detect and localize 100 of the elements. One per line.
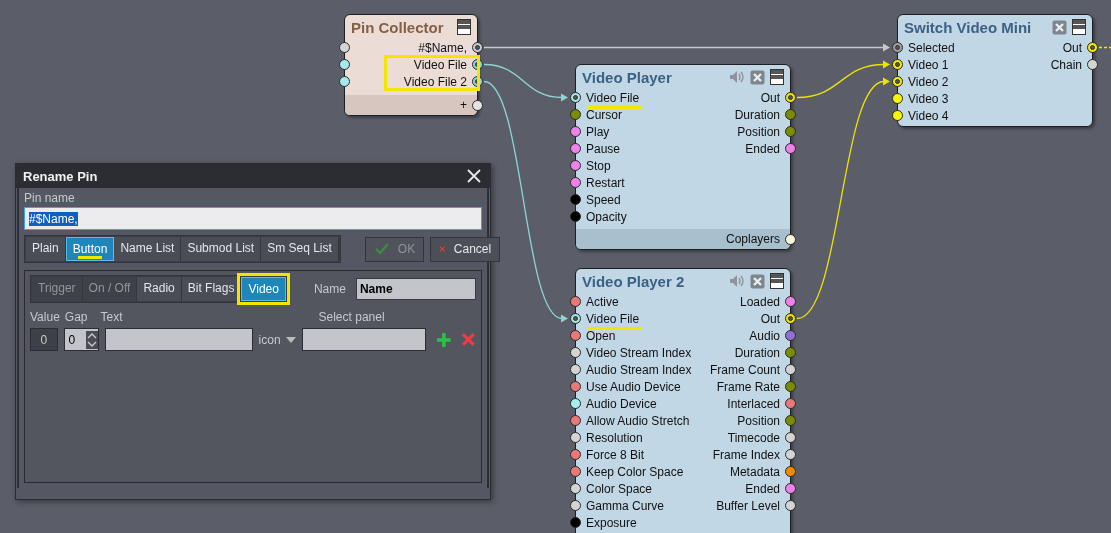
pin[interactable] bbox=[570, 313, 581, 324]
pin[interactable] bbox=[570, 296, 581, 307]
pin[interactable] bbox=[339, 42, 350, 53]
pin[interactable] bbox=[570, 143, 581, 154]
pin[interactable] bbox=[892, 42, 903, 53]
pin[interactable] bbox=[892, 76, 903, 87]
pin[interactable] bbox=[785, 92, 796, 103]
pin-label: Out bbox=[760, 311, 780, 326]
field-label: Text bbox=[100, 310, 123, 324]
pin-label: Force 8 Bit bbox=[586, 447, 645, 462]
pin[interactable] bbox=[570, 483, 581, 494]
field-label: Gap bbox=[64, 310, 88, 324]
pin[interactable] bbox=[570, 381, 581, 392]
pin[interactable] bbox=[339, 59, 350, 70]
type-tab[interactable]: Plain bbox=[26, 237, 66, 261]
name-field[interactable]: Name bbox=[355, 278, 476, 300]
pin-label: Open bbox=[586, 328, 616, 343]
icon-dropdown[interactable]: icon bbox=[258, 332, 296, 347]
pin-name-field[interactable]: #$Name, bbox=[24, 207, 482, 230]
menu-icon[interactable] bbox=[770, 273, 784, 289]
pin-label: Pause bbox=[586, 141, 621, 156]
pin[interactable] bbox=[570, 347, 581, 358]
menu-icon[interactable] bbox=[457, 19, 471, 35]
pin[interactable] bbox=[570, 194, 581, 205]
pin-label: Out bbox=[760, 90, 780, 105]
pin[interactable] bbox=[570, 109, 581, 120]
field-label: Value bbox=[30, 310, 60, 324]
pin[interactable] bbox=[892, 59, 903, 70]
pin[interactable] bbox=[472, 42, 483, 53]
pin[interactable] bbox=[785, 466, 796, 477]
pin[interactable] bbox=[570, 211, 581, 222]
pin[interactable] bbox=[785, 364, 796, 375]
value-field[interactable]: 0 bbox=[30, 328, 58, 351]
pin[interactable] bbox=[570, 432, 581, 443]
menu-icon[interactable] bbox=[1072, 19, 1086, 35]
pin[interactable] bbox=[785, 143, 796, 154]
pin[interactable] bbox=[570, 449, 581, 460]
node-background[interactable] bbox=[575, 268, 791, 533]
node-title: Switch Video Mini bbox=[904, 18, 1032, 36]
pin-label: Ended bbox=[745, 481, 780, 496]
node-background[interactable] bbox=[897, 14, 1093, 127]
pin[interactable] bbox=[570, 160, 581, 171]
pin[interactable] bbox=[1087, 42, 1098, 53]
pin-label: Cursor bbox=[586, 107, 622, 122]
add-icon[interactable] bbox=[435, 331, 452, 348]
type-tab[interactable]: Button bbox=[65, 237, 115, 261]
type-tab[interactable]: Sm Seq List bbox=[261, 237, 339, 261]
pin-label: Audio bbox=[749, 328, 780, 343]
text-field[interactable] bbox=[105, 328, 253, 351]
type-tab[interactable]: Submod List bbox=[181, 237, 262, 261]
pin[interactable] bbox=[570, 177, 581, 188]
pin[interactable] bbox=[570, 126, 581, 137]
menu-icon[interactable] bbox=[770, 69, 784, 85]
pin[interactable] bbox=[570, 330, 581, 341]
pin[interactable] bbox=[785, 109, 796, 120]
pin[interactable] bbox=[785, 233, 796, 245]
pin[interactable] bbox=[570, 92, 581, 103]
pin[interactable] bbox=[570, 415, 581, 426]
pin[interactable] bbox=[570, 398, 581, 409]
pin[interactable] bbox=[785, 381, 796, 392]
close-icon[interactable] bbox=[467, 169, 481, 183]
pin-label: Video 4 bbox=[908, 108, 949, 123]
pin[interactable] bbox=[785, 398, 796, 409]
pin-label: Interlaced bbox=[727, 396, 780, 411]
pin[interactable] bbox=[785, 330, 796, 341]
pin[interactable] bbox=[785, 347, 796, 358]
pin[interactable] bbox=[892, 93, 903, 104]
pin[interactable] bbox=[339, 76, 350, 87]
gap-spinner[interactable]: 0 bbox=[63, 328, 100, 351]
pin[interactable] bbox=[785, 500, 796, 511]
pin-label: + bbox=[460, 98, 467, 112]
pin[interactable] bbox=[785, 313, 796, 324]
pin-label: Position bbox=[737, 413, 780, 428]
pin-label: Resolution bbox=[586, 430, 643, 445]
field-label: Select panel bbox=[318, 310, 385, 324]
pin-label: Play bbox=[586, 124, 610, 139]
pin[interactable] bbox=[785, 483, 796, 494]
pin-label: Timecode bbox=[727, 430, 780, 445]
check-icon bbox=[373, 242, 390, 256]
select-panel-field[interactable] bbox=[301, 328, 426, 351]
type-tab[interactable]: Name List bbox=[114, 237, 182, 261]
pin-label: Opacity bbox=[586, 209, 627, 224]
pin[interactable] bbox=[570, 517, 581, 528]
spinner-icon[interactable] bbox=[86, 330, 99, 349]
subtype-tab[interactable]: Radio bbox=[137, 277, 182, 301]
pin[interactable] bbox=[785, 126, 796, 137]
pin[interactable] bbox=[785, 432, 796, 443]
pin[interactable] bbox=[472, 99, 483, 111]
pin[interactable] bbox=[570, 466, 581, 477]
pin[interactable] bbox=[785, 449, 796, 460]
pin[interactable] bbox=[1087, 59, 1098, 70]
pin[interactable] bbox=[892, 110, 903, 121]
cancel-button[interactable]: Cancel bbox=[430, 236, 501, 262]
pin[interactable] bbox=[785, 415, 796, 426]
subtype-tab[interactable]: Bit Flags bbox=[181, 277, 242, 301]
pin-label: Out bbox=[1062, 40, 1082, 55]
pin[interactable] bbox=[785, 296, 796, 307]
pin-label: Active bbox=[586, 294, 619, 309]
pin[interactable] bbox=[570, 364, 581, 375]
pin[interactable] bbox=[570, 500, 581, 511]
